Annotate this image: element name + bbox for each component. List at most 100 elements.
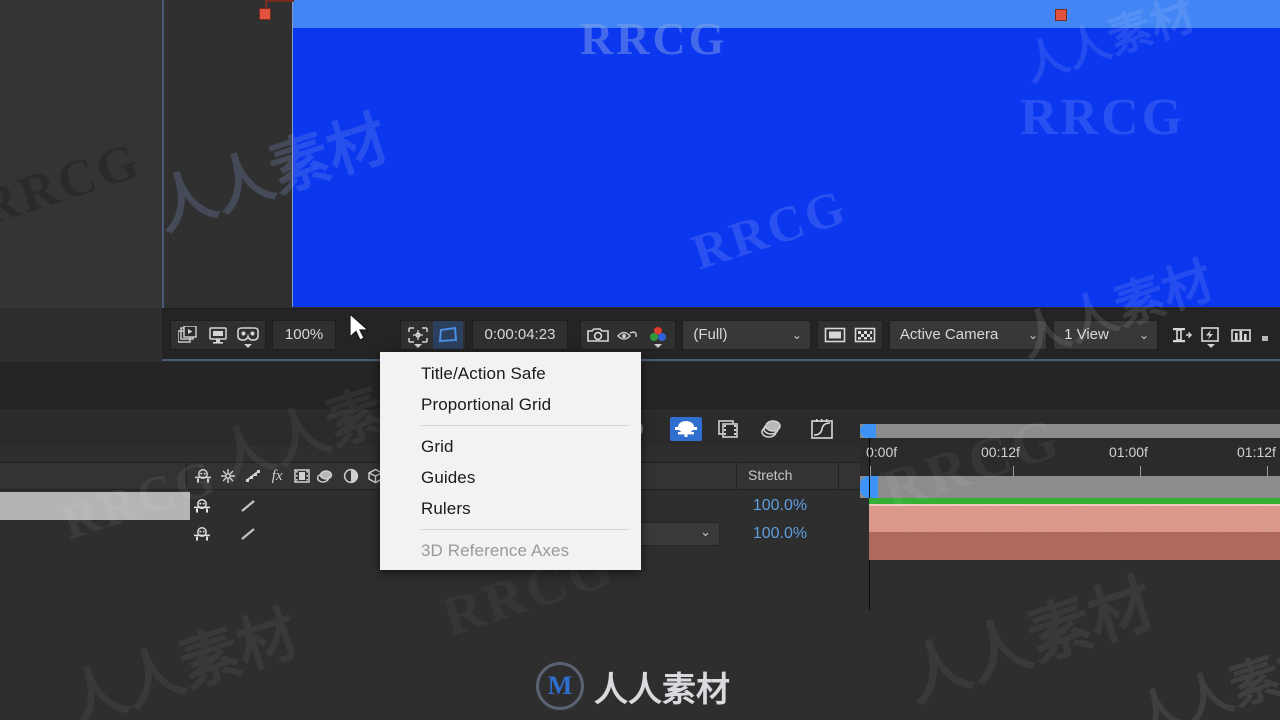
selection-handle-left[interactable] <box>259 8 271 20</box>
right-tools-group <box>1164 320 1274 350</box>
layer-switches-cell <box>190 520 385 548</box>
chevron-down-icon <box>243 343 252 348</box>
current-timecode[interactable]: 0:00:04:23 <box>473 321 568 349</box>
menu-separator <box>421 529 629 530</box>
viewer-toolbar: 100% 0:00:04:23 (Full) ⌄ Active Camera ⌄… <box>162 308 1280 360</box>
resolution-select[interactable]: (Full) ⌄ <box>682 319 811 350</box>
region-of-interest-toggle-icon[interactable] <box>820 321 850 349</box>
fast-previews-icon[interactable] <box>1196 321 1226 349</box>
column-header-stretch[interactable]: Stretch <box>748 467 792 483</box>
graph-editor-icon[interactable] <box>806 417 838 441</box>
snapshot-group <box>169 319 266 350</box>
collapse-transformations-icon[interactable] <box>217 465 240 487</box>
ruler-tick-label: 0:00f <box>866 444 898 460</box>
views-value: 1 View <box>1064 326 1109 343</box>
viewer-toolbar-underline <box>162 359 1280 361</box>
camera-icon[interactable] <box>583 321 613 349</box>
ruler-tick-mark <box>1013 466 1014 476</box>
column-divider-3 <box>186 462 187 490</box>
shy-icon[interactable] <box>190 523 213 545</box>
menu-item-3d-reference-axes: 3D Reference Axes <box>421 540 570 560</box>
work-area-bar-top[interactable] <box>860 424 1280 438</box>
layer-bar-1[interactable] <box>869 504 1280 534</box>
layer-name-cell[interactable] <box>0 492 190 520</box>
draft-3d-icon[interactable] <box>756 417 788 441</box>
layer-stretch-value[interactable]: 100.0% <box>700 492 860 520</box>
composition-viewer-panel <box>0 0 1280 308</box>
frame-blend-icon[interactable] <box>291 465 314 487</box>
menu-item-grid[interactable]: Grid <box>380 431 641 462</box>
adjustment-layer-icon[interactable] <box>340 465 363 487</box>
quality-icon[interactable] <box>241 465 264 487</box>
mouse-cursor <box>349 313 370 341</box>
shy-icon[interactable] <box>192 465 215 487</box>
view-toggle-group <box>816 319 883 350</box>
grid-and-guide-options-button[interactable] <box>403 321 433 349</box>
chevron-down-icon: ⌄ <box>791 327 802 342</box>
layer-name-cell[interactable] <box>0 520 190 548</box>
layer-bar-texture <box>869 506 1280 534</box>
frame-blending-icon[interactable] <box>713 417 745 441</box>
ruler-tick-mark <box>1267 466 1268 476</box>
chevron-down-icon: ⌄ <box>1028 327 1039 342</box>
transparency-grid-icon[interactable] <box>850 321 880 349</box>
layer-stretch-value[interactable]: 100.0% <box>700 520 860 548</box>
panel-divider[interactable] <box>162 0 164 308</box>
renderer-options-icon[interactable] <box>1256 321 1272 349</box>
motion-blur-layer-icon[interactable] <box>315 465 338 487</box>
collapse-switch-empty[interactable] <box>213 495 236 517</box>
show-channels-button[interactable] <box>233 321 263 349</box>
ruler-ticks: 0:00f 00:12f 01:00f 01:12f <box>860 438 1280 476</box>
shy-icon[interactable] <box>190 495 213 517</box>
region-of-interest-button[interactable] <box>432 320 463 349</box>
chevron-down-icon <box>1207 343 1215 348</box>
chevron-down-icon: ⌄ <box>1138 327 1149 342</box>
resolution-value: (Full) <box>693 326 728 343</box>
time-navigator-start-cap[interactable] <box>860 424 876 438</box>
timecode-group[interactable]: 0:00:04:23 <box>471 319 569 350</box>
quality-icon[interactable] <box>236 523 259 545</box>
column-divider-2 <box>838 462 839 490</box>
selection-handle-right[interactable] <box>1055 9 1067 21</box>
after-effects-window: 100% 0:00:04:23 (Full) ⌄ Active Camera ⌄… <box>0 0 1280 720</box>
ruler-tick-label: 00:12f <box>981 444 1020 460</box>
menu-item-guides[interactable]: Guides <box>380 462 641 493</box>
work-area-bar[interactable] <box>860 476 1280 498</box>
menu-item-rulers[interactable]: Rulers <box>380 493 641 524</box>
column-divider-1 <box>736 462 737 490</box>
ruler-tick-label: 01:12f <box>1237 444 1276 460</box>
timeline-ruler[interactable]: 0:00f 00:12f 01:00f 01:12f <box>860 424 1280 498</box>
effects-fx-icon[interactable]: fx <box>266 465 289 487</box>
grid-and-guides-menu: Title/Action Safe Proportional Grid Grid… <box>380 352 641 570</box>
quality-icon[interactable] <box>236 495 259 517</box>
ruler-tick-label: 01:00f <box>1109 444 1148 460</box>
timeline-comp-icon[interactable] <box>1226 321 1256 349</box>
show-snapshot-button[interactable] <box>203 321 233 349</box>
chevron-down-icon <box>654 343 663 348</box>
rgb-channels-icon[interactable] <box>643 321 673 349</box>
grid-guides-group <box>399 319 466 350</box>
menu-item-title-action-safe[interactable]: Title/Action Safe <box>380 358 641 389</box>
collapse-switch-empty[interactable] <box>213 523 236 545</box>
camera-select[interactable]: Active Camera ⌄ <box>888 319 1048 350</box>
selection-stem-left <box>266 0 294 2</box>
views-select[interactable]: 1 View ⌄ <box>1053 319 1158 350</box>
show-last-snapshot-icon[interactable] <box>613 321 643 349</box>
composition-bounds-outline <box>292 0 1280 307</box>
layer-bar-2[interactable] <box>869 532 1280 560</box>
menu-item-proportional-grid[interactable]: Proportional Grid <box>380 389 641 420</box>
camera-value: Active Camera <box>899 326 999 343</box>
motion-blur-icon[interactable] <box>670 417 702 441</box>
layer-switch-header-icons: fx <box>192 462 387 490</box>
take-snapshot-button[interactable] <box>173 321 203 349</box>
camera-snapshot-group <box>580 319 677 350</box>
pixel-aspect-ratio-icon[interactable] <box>1166 321 1196 349</box>
chevron-down-icon <box>413 343 422 348</box>
ruler-tick-mark <box>1140 466 1141 476</box>
ruler-tick-mark <box>870 466 871 476</box>
layer-switches-cell <box>190 492 385 520</box>
zoom-group[interactable]: 100% <box>271 319 337 350</box>
zoom-value[interactable]: 100% <box>273 321 335 349</box>
menu-separator <box>421 425 629 426</box>
viewer-left-gutter <box>0 0 162 308</box>
